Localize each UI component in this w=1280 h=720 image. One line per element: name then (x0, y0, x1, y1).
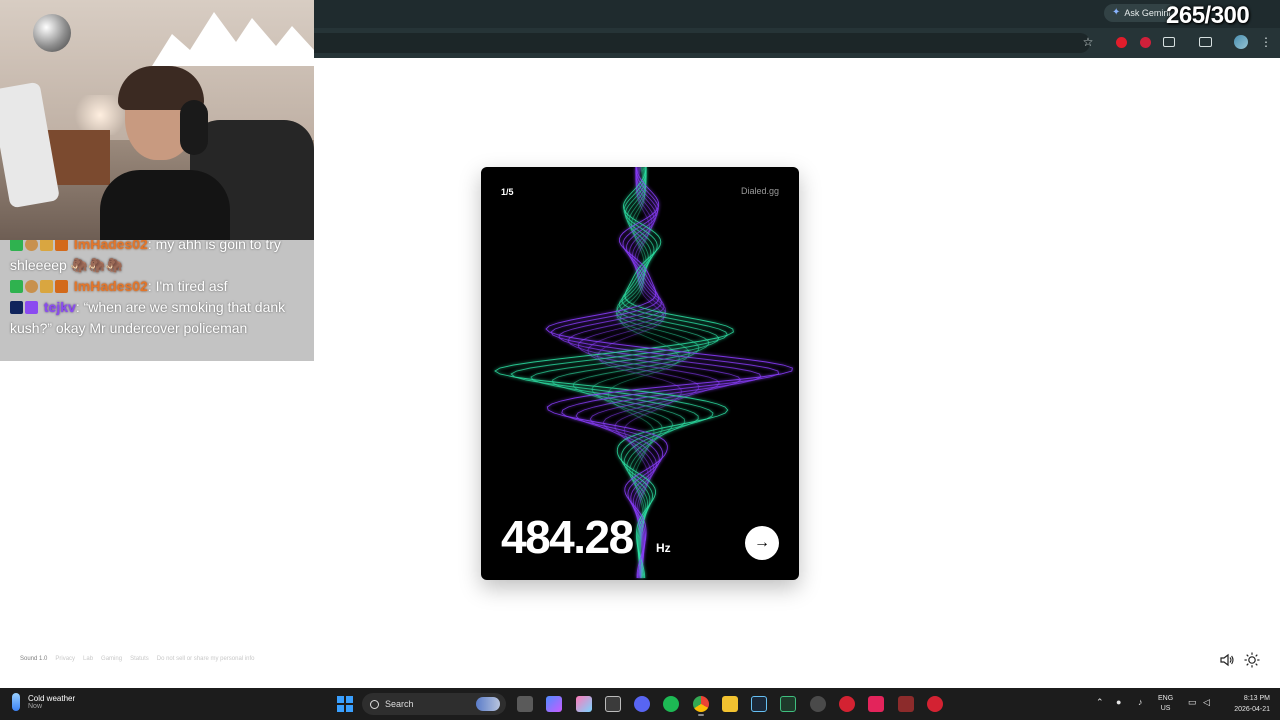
step-counter: 1/5 (501, 187, 514, 197)
chat-username: ImHades02 (73, 278, 148, 294)
thermometer-icon (12, 693, 20, 711)
search-highlight-image (476, 697, 500, 711)
discord-icon[interactable] (634, 696, 650, 712)
taskbar-search[interactable]: Search (362, 693, 506, 715)
chat-username: ImHades02 (73, 240, 148, 252)
task-view-icon[interactable] (517, 696, 533, 712)
chat-text: I'm tired asf (155, 278, 228, 294)
sun-icon[interactable] (1244, 652, 1260, 668)
address-bar[interactable] (300, 33, 1090, 53)
region-code: US (1160, 705, 1171, 712)
chat-message: ImHades02: my ahh is goin to try shleeee… (10, 240, 304, 276)
gemini-sparkle-icon: ✦ (1112, 7, 1121, 18)
footer-link-status[interactable]: Statuts (130, 656, 149, 662)
chat-message: ImHades02: I'm tired asf (10, 276, 304, 297)
arrow-right-icon: → (754, 534, 770, 551)
chat-separator: : (147, 278, 156, 294)
tray-app-icon[interactable]: ● (1116, 697, 1121, 707)
app-icon-gray[interactable] (810, 696, 826, 712)
search-label: Search (385, 699, 414, 709)
webcam-overlay (0, 0, 314, 240)
chat-separator: : (147, 240, 156, 252)
steam-icon[interactable] (751, 696, 767, 712)
running-indicator (698, 714, 704, 716)
footer-link-privacy[interactable]: Privacy (55, 656, 75, 662)
streamer (100, 66, 230, 240)
extensions-icon[interactable] (1161, 34, 1177, 50)
volume-icon[interactable]: ◁ (1203, 697, 1210, 708)
frequency-value: 484.28 (501, 511, 634, 563)
chat-username: tejkv (43, 299, 76, 315)
clock-date: 2026-04-21 (1234, 706, 1270, 713)
reading-mode-icon[interactable] (1197, 34, 1213, 50)
checkmark-badge-icon (10, 240, 23, 251)
app-icon-red[interactable] (839, 696, 855, 712)
dialed-card: 1/5 Dialed.gg 484.28 Hz → (481, 167, 799, 580)
footer-link-do-not-sell[interactable]: Do not sell or share my personal info (157, 656, 255, 662)
footer-link-sound[interactable]: Sound 1.0 (20, 656, 47, 662)
footer-link-gaming[interactable]: Gaming (101, 656, 122, 662)
windows-start-icon[interactable] (337, 696, 353, 712)
footer-link-lab[interactable]: Lab (83, 656, 93, 662)
microphone-icon[interactable]: ♪ (1138, 697, 1143, 707)
ask-gemini-label: Ask Gemini (1124, 8, 1171, 18)
streamer-body (100, 170, 230, 240)
speaker-icon[interactable] (1219, 652, 1235, 668)
gift-badge-icon (40, 280, 53, 293)
twitch-badge-icon (25, 301, 38, 314)
spotify-icon[interactable] (663, 696, 679, 712)
chat-separator: : (75, 299, 84, 315)
menu-icon[interactable]: ⋮ (1258, 34, 1274, 50)
weather-widget[interactable]: Cold weather Now (12, 693, 75, 711)
brand-label[interactable]: Dialed.gg (741, 186, 779, 196)
file-explorer-icon[interactable] (722, 696, 738, 712)
chat-message: tejkv: “when are we smoking that dank ku… (10, 297, 304, 339)
clock-time: 8:13 PM (1243, 695, 1270, 702)
chat-overlay: ImHades02: my ahh is goin to try shleeee… (0, 240, 314, 361)
cookie-badge-icon (25, 240, 38, 251)
tiktok-icon[interactable] (868, 696, 884, 712)
nasa-badge-icon (10, 301, 23, 314)
cookie-badge-icon (25, 280, 38, 293)
checkmark-badge-icon (10, 280, 23, 293)
capcut-icon[interactable] (605, 696, 621, 712)
profile-avatar[interactable] (1233, 34, 1249, 50)
app-icon-red-2[interactable] (927, 696, 943, 712)
system-clock[interactable]: 8:13 PM 2026-04-21 (1222, 693, 1270, 715)
star-icon[interactable]: ☆ (1080, 34, 1096, 50)
network-icon[interactable]: ▭ (1188, 697, 1197, 708)
chevron-up-icon[interactable]: ⌃ (1096, 697, 1104, 708)
photos-icon[interactable] (576, 696, 592, 712)
tf-icon[interactable] (898, 696, 914, 712)
search-icon (370, 699, 379, 709)
footer-links: Sound 1.0 Privacy Lab Gaming Statuts Do … (20, 656, 254, 662)
chrome-icon[interactable] (693, 696, 709, 712)
subscriber-badge-icon (55, 240, 68, 251)
extension-red-icon[interactable] (1113, 34, 1129, 50)
gift-badge-icon (40, 240, 53, 251)
weather-time: Now (28, 703, 43, 710)
extension-red-icon-2[interactable] (1137, 34, 1153, 50)
stream-goal-counter: 265/300 (1166, 2, 1250, 29)
copilot-icon[interactable] (546, 696, 562, 712)
subscriber-badge-icon (55, 280, 68, 293)
disco-ball-icon (33, 14, 71, 52)
xbox-icon[interactable] (780, 696, 796, 712)
weather-title: Cold weather (28, 694, 76, 703)
headset-icon (180, 100, 208, 155)
mountain-decor (152, 12, 314, 66)
language-indicator[interactable]: ENG US (1158, 694, 1173, 714)
next-arrow-button[interactable]: → (745, 526, 779, 560)
frequency-unit: Hz (656, 541, 671, 555)
language-code: ENG (1158, 695, 1174, 702)
